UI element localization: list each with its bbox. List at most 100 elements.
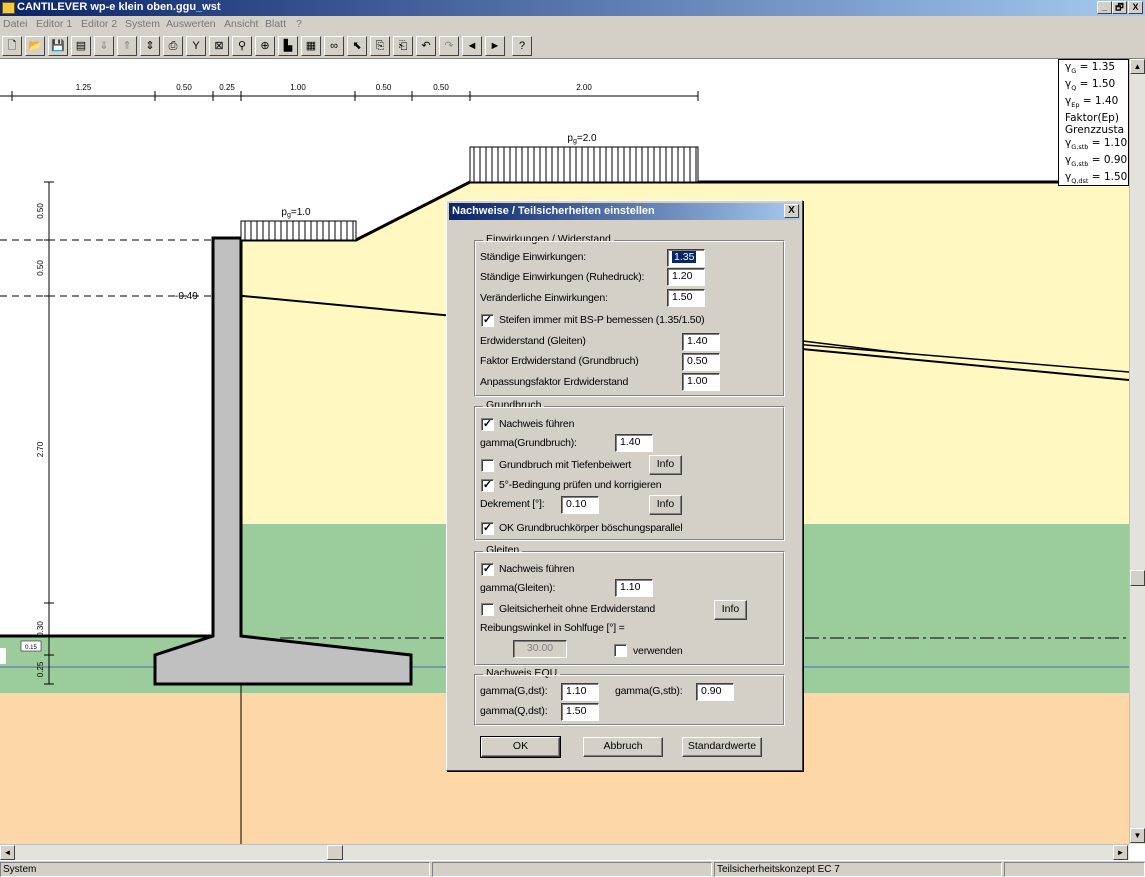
horizontal-scrollbar[interactable]: ◄ ► <box>0 844 1129 860</box>
label-gamma-gleiten: gamma(Gleiten): <box>480 582 556 594</box>
dim-small-label: 0.15 <box>25 645 37 651</box>
cancel-button[interactable]: Abbruch <box>583 737 663 757</box>
status-right: Teilsicherheitskonzept EC 7 <box>714 862 1002 877</box>
input-anpassung[interactable]: 1.00 <box>682 373 720 391</box>
pointer-button[interactable]: ⬉ <box>347 36 367 56</box>
menu-editor1[interactable]: Editor 1 <box>36 18 72 30</box>
close-window-button[interactable]: X <box>1128 1 1143 14</box>
vertical-scroll-thumb[interactable] <box>1130 570 1145 586</box>
save-button[interactable]: 💾 <box>48 36 68 56</box>
scroll-up-button[interactable]: ▲ <box>1130 59 1145 74</box>
zoom-in-icon: ⊕ <box>260 40 270 52</box>
input-gamma-gleiten[interactable]: 1.10 <box>615 579 653 597</box>
wall-button[interactable]: ▙ <box>278 36 298 56</box>
input-gamma-g-stb[interactable]: 0.90 <box>696 683 734 701</box>
checkbox-grundbruchkoerper[interactable]: ✓ <box>481 522 494 535</box>
group-title-gleiten: Gleiten <box>483 544 523 556</box>
input-veraenderlich[interactable]: 1.50 <box>667 289 705 307</box>
checkbox-grundbruch-nachweis[interactable]: ✓ <box>481 418 494 431</box>
dialog-close-button[interactable]: X <box>784 204 799 218</box>
menu-auswerten[interactable]: Auswerten <box>166 18 216 30</box>
minimize-button[interactable]: _ <box>1097 1 1112 14</box>
checkbox-ohne-erdwiderstand[interactable] <box>481 603 494 616</box>
defaults-button[interactable]: Standardwerte <box>682 737 762 757</box>
open-folder-button[interactable]: 📂 <box>25 36 45 56</box>
input-gamma-grundbruch[interactable]: 1.40 <box>615 434 653 452</box>
paste-icon: ⎗ <box>398 40 408 52</box>
safety-factors-dialog: Nachweise / Teilsicherheiten einstellen … <box>446 200 803 771</box>
menu-blatt[interactable]: Blatt <box>265 18 286 30</box>
menu-help[interactable]: ? <box>296 18 302 30</box>
new-file-button[interactable]: 🗋 <box>2 36 22 56</box>
label-erdwiderstand: Erdwiderstand (Gleiten) <box>480 335 586 347</box>
input-ruhedruck[interactable]: 1.20 <box>667 268 705 286</box>
print-button[interactable]: ⎙ <box>163 36 183 56</box>
checkbox-5grad-bedingung[interactable]: ✓ <box>481 479 494 492</box>
dimension-label-top: 0.25 <box>219 83 235 92</box>
zoom-in-button[interactable]: ⊕ <box>255 36 275 56</box>
legend-row: γG,stb = 0.90 <box>1065 154 1128 169</box>
page-button[interactable]: ▤ <box>71 36 91 56</box>
legend-row: γG,stb = 1.10 <box>1065 137 1128 152</box>
tool-icon: Y <box>192 40 200 52</box>
menu-editor2[interactable]: Editor 2 <box>81 18 117 30</box>
zoom-rect-button[interactable]: ⊠ <box>209 36 229 56</box>
dimension-label-top: 0.50 <box>433 83 449 92</box>
dimension-label-left: 0.30 <box>36 621 45 637</box>
zoom-out-button[interactable]: ⚲ <box>232 36 252 56</box>
glasses-button[interactable]: ∞ <box>324 36 344 56</box>
legend-row: γG = 1.35 <box>1065 61 1116 76</box>
input-erdwiderstand[interactable]: 1.40 <box>682 333 720 351</box>
scroll-right-button[interactable]: ► <box>1113 845 1128 860</box>
scroll-down-button[interactable]: ▼ <box>1130 828 1145 843</box>
input-gamma-g-dst[interactable]: 1.10 <box>561 683 599 701</box>
copy-button[interactable]: ⎘ <box>370 36 390 56</box>
info-button-gleiten[interactable]: Info <box>714 600 747 620</box>
redo-button[interactable]: ↷ <box>439 36 459 56</box>
arrow-up-button[interactable]: ⇑ <box>117 36 137 56</box>
vertical-scrollbar[interactable]: ▲ ▼ <box>1129 59 1145 844</box>
arrow-down-button[interactable]: ⇓ <box>94 36 114 56</box>
undo-button[interactable]: ↶ <box>416 36 436 56</box>
dimension-label-top: 1.25 <box>76 83 92 92</box>
checkbox-verwenden[interactable] <box>614 644 627 657</box>
paste-button[interactable]: ⎗ <box>393 36 413 56</box>
forward-button[interactable]: ► <box>485 36 505 56</box>
edge-marker <box>0 648 6 664</box>
dimension-chain-left: 0.50 0.50 2.70 0.30 0.25 <box>36 181 54 685</box>
pointer-icon: ⬉ <box>352 40 362 52</box>
checkbox-steifen[interactable]: ✓ <box>481 314 494 327</box>
input-reibungswinkel[interactable]: 30.00 <box>513 640 567 658</box>
arrow-updown-button[interactable]: ⇕ <box>140 36 160 56</box>
label-verwenden: verwenden <box>633 645 683 657</box>
info-button-tiefenbeiwert[interactable]: Info <box>649 455 682 475</box>
restore-button[interactable]: 🗗 <box>1112 1 1127 14</box>
wall-icon: ▙ <box>283 40 293 52</box>
label-gamma-g-stb: gamma(G,stb): <box>615 685 683 697</box>
checkbox-tiefenbeiwert[interactable] <box>481 459 494 472</box>
label-dekrement: Dekrement [°]: <box>480 498 545 510</box>
back-button[interactable]: ◄ <box>462 36 482 56</box>
ok-button[interactable]: OK <box>480 736 561 758</box>
tool-button[interactable]: Y <box>186 36 206 56</box>
calculator-button[interactable]: ▦ <box>301 36 321 56</box>
input-staendig[interactable]: 1.35 <box>667 249 705 267</box>
menu-ansicht[interactable]: Ansicht <box>224 18 258 30</box>
label-anpassung: Anpassungsfaktor Erdwiderstand <box>480 376 629 388</box>
menu-system[interactable]: System <box>125 18 160 30</box>
scroll-left-button[interactable]: ◄ <box>0 845 15 860</box>
copy-icon: ⎘ <box>375 40 385 52</box>
help-button[interactable]: ? <box>512 36 532 56</box>
status-middle <box>432 862 712 877</box>
horizontal-scroll-thumb[interactable] <box>327 845 343 860</box>
checkbox-gleiten-nachweis[interactable]: ✓ <box>481 563 494 576</box>
status-left: System <box>0 862 430 877</box>
info-button-dekrement[interactable]: Info <box>649 495 682 515</box>
menu-datei[interactable]: Datei <box>3 18 28 30</box>
input-faktor-erdwiderstand[interactable]: 0.50 <box>682 353 720 371</box>
print-icon: ⎙ <box>168 40 178 52</box>
input-gamma-q-dst[interactable]: 1.50 <box>561 703 599 721</box>
status-far <box>1004 862 1145 877</box>
input-dekrement[interactable]: 0.10 <box>561 496 599 514</box>
open-folder-icon: 📂 <box>28 40 42 52</box>
